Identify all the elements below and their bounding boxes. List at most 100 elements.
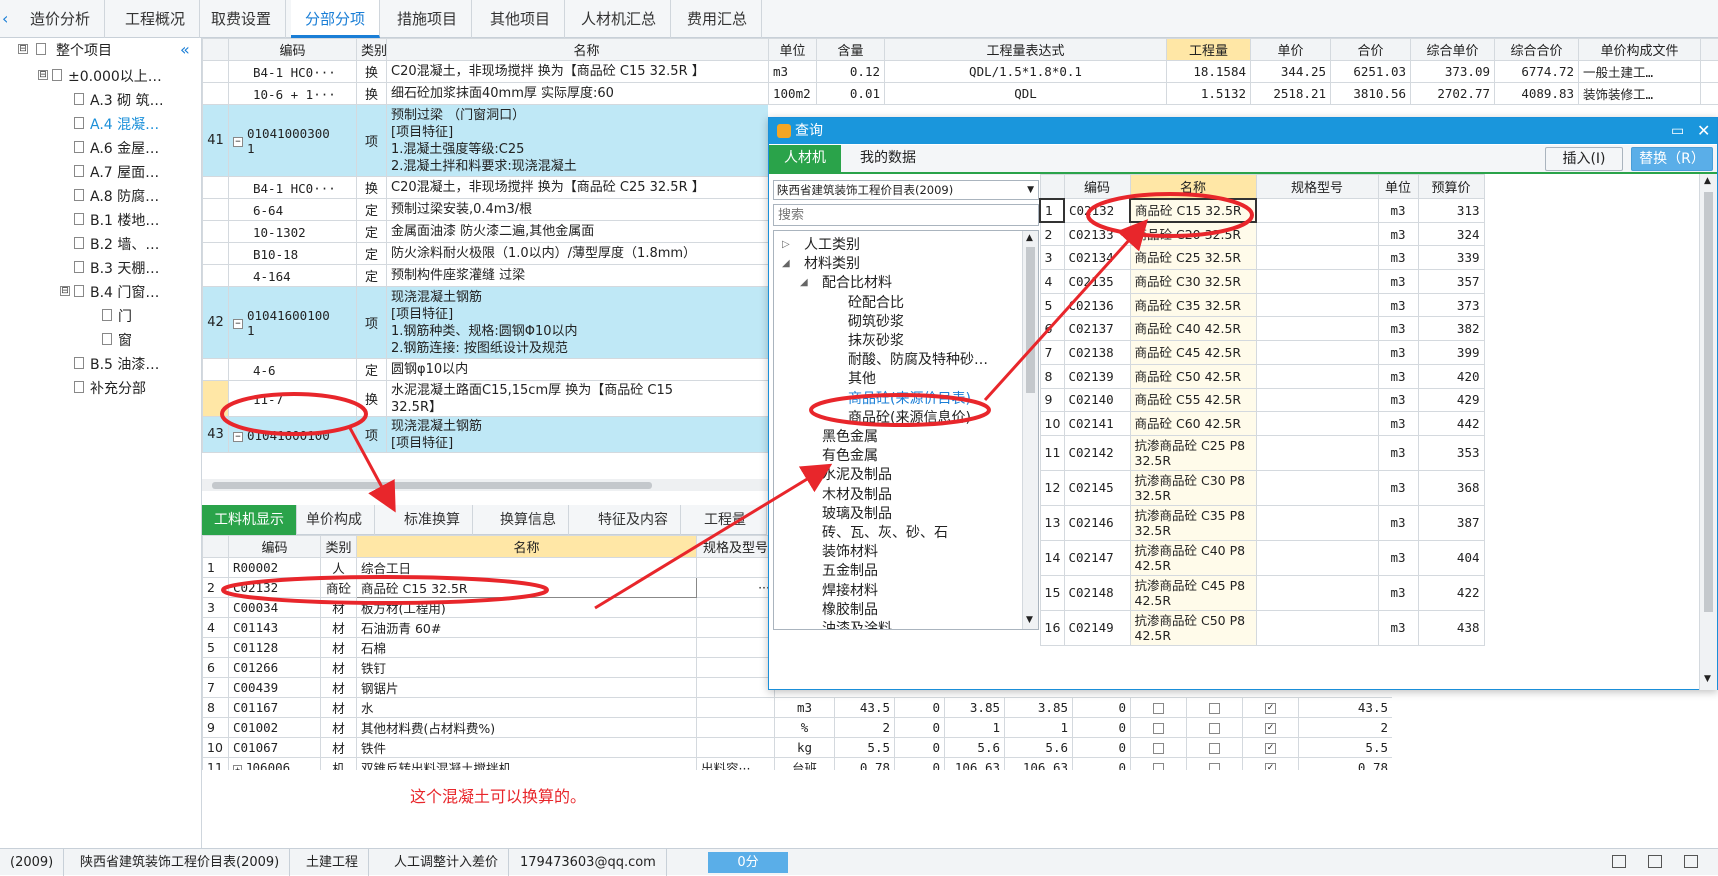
cell-name[interactable]: 商品砼 C15 32.5R bbox=[357, 578, 697, 598]
cell-name[interactable]: 商品砼 C40 42.5R bbox=[1130, 317, 1256, 341]
category-item[interactable]: 抹灰砂浆 bbox=[848, 331, 904, 351]
list-header-0[interactable]: 编码 bbox=[1064, 175, 1130, 199]
cell-unit[interactable]: m3 bbox=[1378, 575, 1418, 610]
cell-code[interactable]: C00439 bbox=[229, 678, 321, 698]
cell-type[interactable]: 项 bbox=[357, 287, 387, 359]
list-row[interactable]: 11C02142抗渗商品砼 C25 P8 32.5Rm3353 bbox=[1040, 435, 1484, 470]
header-right-3[interactable]: 工程量 bbox=[1167, 39, 1251, 61]
cell-check[interactable]: ✓ bbox=[1243, 698, 1299, 718]
table-row[interactable]: B4-1 HC0···换C20混凝土，非现场搅拌 换为【商品砼 C15 32.5… bbox=[203, 61, 769, 83]
cell-v2[interactable]: 0 bbox=[895, 758, 945, 771]
cell-type[interactable]: 换 bbox=[357, 61, 387, 83]
cell-type[interactable]: 定 bbox=[357, 221, 387, 243]
cell-name[interactable]: 水 bbox=[357, 698, 697, 718]
cell-type[interactable]: 机 bbox=[321, 758, 357, 771]
back-icon[interactable]: ‹ bbox=[2, 9, 8, 28]
list-row[interactable]: 8C02139商品砼 C50 42.5Rm3420 bbox=[1040, 364, 1484, 388]
cell-v4[interactable]: 106.63 bbox=[1005, 758, 1073, 771]
cell-code[interactable]: −01041600100 bbox=[229, 417, 357, 453]
cell-spec[interactable] bbox=[1256, 246, 1378, 270]
cell-total[interactable]: 6251.03 bbox=[1331, 61, 1411, 83]
header-right-4[interactable]: 单价 bbox=[1251, 39, 1331, 61]
cell-type[interactable]: 换 bbox=[357, 177, 387, 199]
cell-price[interactable]: 357 bbox=[1418, 270, 1484, 294]
tab-my-data[interactable]: 我的数据 bbox=[843, 145, 933, 172]
cell-code[interactable]: C02132 bbox=[229, 578, 321, 598]
tree-item[interactable]: A.4 混凝… bbox=[90, 114, 190, 136]
cell-code[interactable]: C02136 bbox=[1064, 293, 1130, 317]
horizontal-scrollbar[interactable] bbox=[202, 479, 768, 491]
cell-price[interactable]: 324 bbox=[1418, 222, 1484, 246]
header-right-6[interactable]: 综合单价 bbox=[1411, 39, 1495, 61]
cell-unit[interactable]: m3 bbox=[1378, 540, 1418, 575]
cell-type[interactable]: 项 bbox=[357, 417, 387, 453]
cell-total[interactable]: 3810.56 bbox=[1331, 83, 1411, 105]
cell-price[interactable]: 382 bbox=[1418, 317, 1484, 341]
cell-price[interactable]: 429 bbox=[1418, 388, 1484, 412]
category-item[interactable]: 砌筑砂浆 bbox=[848, 312, 904, 332]
cell-name[interactable]: 预制构件座浆灌缝 过梁 bbox=[387, 265, 769, 287]
bottom-header-3[interactable]: 规格及型号 bbox=[697, 536, 775, 558]
list-row[interactable]: 1C02132商品砼 C15 32.5Rm3313 bbox=[1040, 199, 1484, 223]
cell-price[interactable]: 344.25 bbox=[1251, 61, 1331, 83]
category-item[interactable]: 砖、瓦、灰、砂、石 bbox=[822, 523, 948, 543]
cell-spec[interactable] bbox=[697, 658, 775, 678]
cell-spec[interactable] bbox=[697, 698, 775, 718]
cell-price[interactable]: 399 bbox=[1418, 341, 1484, 365]
cell-name[interactable]: 综合工日 bbox=[357, 558, 697, 578]
category-item[interactable]: 装饰材料 bbox=[822, 542, 878, 562]
cell-price[interactable]: 353 bbox=[1418, 435, 1484, 470]
checkbox[interactable] bbox=[1209, 743, 1220, 754]
cell-v3[interactable]: 106.63 bbox=[945, 758, 1005, 771]
cell-code[interactable]: C02141 bbox=[1064, 412, 1130, 436]
cell-name[interactable]: 预制过梁安装,0.4m3/根 bbox=[387, 199, 769, 221]
cell-type[interactable]: 材 bbox=[321, 738, 357, 758]
cell-qty_ratio[interactable]: 0.12 bbox=[817, 61, 885, 83]
cell-code[interactable]: C01143 bbox=[229, 618, 321, 638]
checkbox[interactable] bbox=[1209, 723, 1220, 734]
cell-spec[interactable] bbox=[1256, 575, 1378, 610]
cell-name[interactable]: 商品砼 C25 32.5R bbox=[1130, 246, 1256, 270]
expand-box-icon[interactable]: ⊟ bbox=[38, 70, 48, 80]
cell-v4[interactable]: 3.85 bbox=[1005, 698, 1073, 718]
bottom-tab-0[interactable]: 工料机显示 bbox=[202, 505, 297, 535]
table-row[interactable]: B10-18定防火涂料耐火极限（1.0以内）/薄型厚度（1.8mm） bbox=[203, 243, 769, 265]
tree-root-label[interactable]: 整个项目 bbox=[56, 40, 112, 62]
header-right-2[interactable]: 工程量表达式 bbox=[885, 39, 1167, 61]
cell-name[interactable]: 商品砼 C15 32.5R bbox=[1130, 199, 1256, 223]
cell-code[interactable]: C02137 bbox=[1064, 317, 1130, 341]
cell-name[interactable]: 板方材(工程用) bbox=[357, 598, 697, 618]
table-row[interactable]: 6-64定预制过梁安装,0.4m3/根 bbox=[203, 199, 769, 221]
cell-spec[interactable] bbox=[1256, 341, 1378, 365]
cell-unit[interactable]: m3 bbox=[1378, 505, 1418, 540]
cell-unit[interactable]: m3 bbox=[1378, 364, 1418, 388]
category-item[interactable]: 砼配合比 bbox=[848, 293, 904, 313]
category-item[interactable]: 橡胶制品 bbox=[822, 600, 878, 620]
checkbox[interactable] bbox=[1153, 763, 1164, 770]
cell-name[interactable]: 石油沥青 60# bbox=[357, 618, 697, 638]
list-row[interactable]: 6C02137商品砼 C40 42.5Rm3382 bbox=[1040, 317, 1484, 341]
cell-code[interactable]: +J06006 bbox=[229, 758, 321, 771]
category-item[interactable]: 其他 bbox=[848, 369, 876, 389]
category-item[interactable]: 玻璃及制品 bbox=[822, 504, 892, 524]
tree-item[interactable]: 窗 bbox=[118, 330, 190, 352]
cell-name[interactable]: 水泥混凝土路面C15,15cm厚 换为【商品砼 C15 32.5R】 bbox=[387, 381, 769, 417]
list-row[interactable]: 5C02136商品砼 C35 32.5Rm3373 bbox=[1040, 293, 1484, 317]
cell-price[interactable]: 442 bbox=[1418, 412, 1484, 436]
cell-spec[interactable] bbox=[697, 678, 775, 698]
cell-spec[interactable] bbox=[1256, 317, 1378, 341]
cell-check[interactable] bbox=[1187, 758, 1243, 771]
cell-v6[interactable]: 43.5 bbox=[1299, 698, 1393, 718]
cell-expr[interactable]: QDL bbox=[885, 83, 1167, 105]
cell-unit[interactable]: m3 bbox=[1378, 293, 1418, 317]
cell-name[interactable]: 预制过梁 （门窗洞口） [项目特征] 1.混凝土强度等级:C25 2.混凝土拌和… bbox=[387, 105, 769, 177]
top-tab-2[interactable]: 取费设置 bbox=[197, 0, 286, 38]
top-tab-6[interactable]: 人材机汇总 bbox=[567, 0, 671, 38]
cell-v6[interactable]: 2 bbox=[1299, 718, 1393, 738]
cell-name[interactable]: 抗渗商品砼 C45 P8 42.5R bbox=[1130, 575, 1256, 610]
cell-code[interactable]: 10-1302 bbox=[229, 221, 357, 243]
tree-item[interactable]: B.1 楼地… bbox=[90, 210, 190, 232]
bottom-header-2[interactable]: 名称 bbox=[357, 536, 697, 558]
cell-code[interactable]: 11-7 bbox=[229, 381, 357, 417]
cell-type[interactable]: 材 bbox=[321, 598, 357, 618]
